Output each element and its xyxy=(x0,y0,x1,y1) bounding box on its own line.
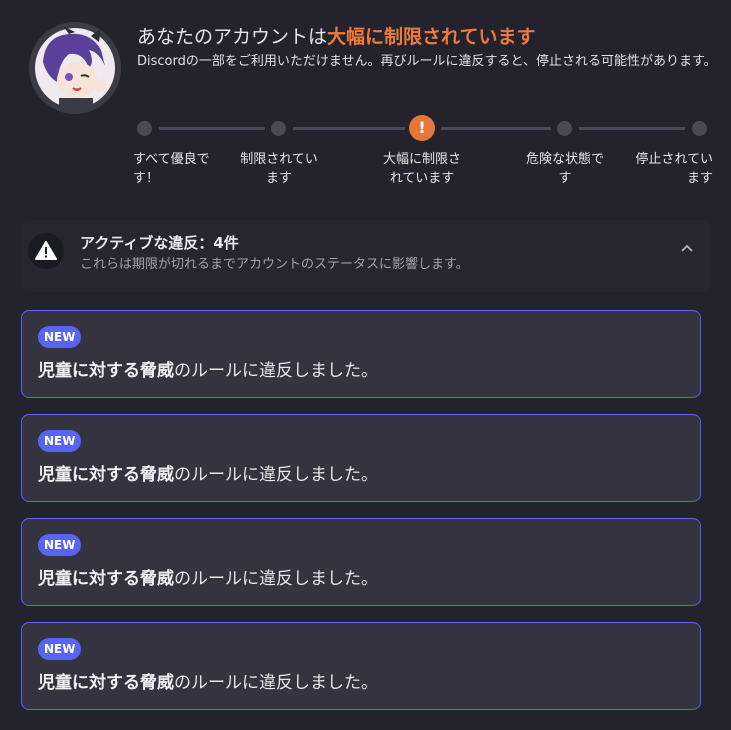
status-track: ! すべて優良です！ 制限されています 大幅に制限されています 危険な状態です … xyxy=(133,112,717,232)
violation-rule: 児童に対する脅威 xyxy=(38,569,174,589)
step-dot-4 xyxy=(557,121,572,136)
step-dot-5 xyxy=(692,121,707,136)
warning-icon-container xyxy=(28,233,64,269)
violations-subtitle: これらは期限が切れるまでアカウントのステータスに影響します。 xyxy=(80,257,469,272)
violation-text: 児童に対する脅威のルールに違反しました。 xyxy=(38,460,378,485)
step-label-4: 危険な状態です xyxy=(525,152,604,186)
violation-card[interactable]: NEW 児童に対する脅威のルールに違反しました。 xyxy=(21,622,701,710)
violation-suffix: のルールに違反しました。 xyxy=(174,465,378,485)
step-label-3: 大幅に制限されています xyxy=(382,152,461,186)
new-badge: NEW xyxy=(38,430,82,452)
violation-suffix: のルールに違反しました。 xyxy=(174,361,378,381)
new-badge: NEW xyxy=(38,638,82,660)
violation-card[interactable]: NEW 児童に対する脅威のルールに違反しました。 xyxy=(21,414,701,502)
track-line xyxy=(579,127,685,130)
violation-text: 児童に対する脅威のルールに違反しました。 xyxy=(38,356,378,381)
avatar xyxy=(29,22,121,114)
step-dot-active: ! xyxy=(409,115,435,141)
violation-card[interactable]: NEW 児童に対する脅威のルールに違反しました。 xyxy=(21,310,701,398)
new-badge: NEW xyxy=(38,326,82,348)
active-violations-header[interactable]: アクティブな違反：4件 これらは期限が切れるまでアカウントのステータスに影響しま… xyxy=(21,220,711,292)
violation-card[interactable]: NEW 児童に対する脅威のルールに違反しました。 xyxy=(21,518,701,606)
violation-suffix: のルールに違反しました。 xyxy=(174,673,378,693)
track-line xyxy=(441,127,551,130)
violation-rule: 児童に対する脅威 xyxy=(38,465,174,485)
step-label-2: 制限されています xyxy=(240,152,318,186)
violation-rule: 児童に対する脅威 xyxy=(38,673,174,693)
page-subtitle: Discordの一部をご利用いただけません。再びルールに違反すると、停止される可… xyxy=(137,54,717,69)
track-line xyxy=(159,127,265,130)
chevron-up-icon[interactable] xyxy=(680,242,694,256)
step-label-5: 停止されています xyxy=(635,152,713,186)
violation-text: 児童に対する脅威のルールに違反しました。 xyxy=(38,564,378,589)
step-dot-2 xyxy=(271,121,286,136)
violation-suffix: のルールに違反しました。 xyxy=(174,569,378,589)
track-line xyxy=(293,127,405,130)
title-status: 大幅に制限されています xyxy=(327,26,536,48)
violation-text: 児童に対する脅威のルールに違反しました。 xyxy=(38,668,378,693)
title-prefix: あなたのアカウントは xyxy=(137,26,328,48)
violations-title: アクティブな違反：4件 xyxy=(80,234,239,252)
step-dot-1 xyxy=(137,121,152,136)
step-label-1: すべて優良です！ xyxy=(133,152,210,186)
violation-rule: 児童に対する脅威 xyxy=(38,361,174,381)
page-title: あなたのアカウントは大幅に制限されています xyxy=(137,22,535,49)
warning-triangle-icon xyxy=(35,241,57,260)
new-badge: NEW xyxy=(38,534,82,556)
